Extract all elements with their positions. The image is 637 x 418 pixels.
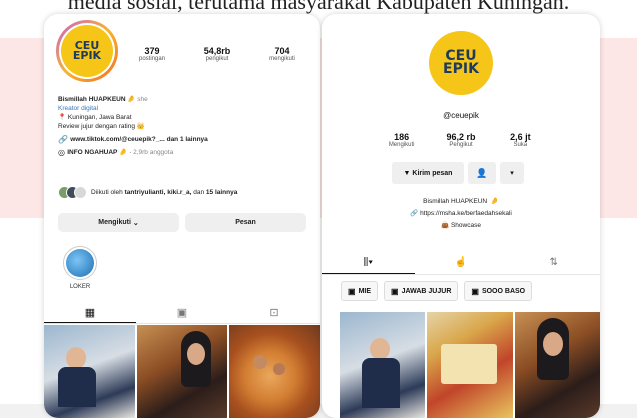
link-icon: 🔗 [58,135,71,144]
ceu-epik-logo: CEU EPIK [429,31,493,95]
reels-tab[interactable]: ▣ [136,302,228,323]
stat-likes[interactable]: 2,6 jt Suka [491,132,550,148]
profile-location: 📍 Kuningan, Jawa Barat [58,114,132,121]
tiktok-avatar[interactable]: CEU EPIK [429,31,493,95]
crown-icon: 👑 [134,123,145,130]
user-check-icon: 👤 [476,167,488,178]
story-highlight[interactable]: LOKER [61,246,99,290]
stat-following[interactable]: 186 Mengikuti [372,132,431,148]
broadcast-channel[interactable]: ◎ INFO NGAHUAP 🤌 · 2,9rb anggota [58,148,312,157]
tiktok-video-grid [340,312,600,418]
stat-followers[interactable]: 96,2 rb Pengikut [431,132,490,148]
liked-tab[interactable]: ☝ [415,251,508,274]
following-button[interactable]: Mengikuti ⌄ [58,213,179,232]
instagram-tabs: ▦ ▣ ⊡ [44,302,320,324]
hand-emoji-icon: 🤌 [125,96,138,103]
chevron-down-icon: ⌄ [130,219,139,227]
profile-link[interactable]: 🔗 www.tiktok.com/@ceuepik?_... dan 1 lai… [58,135,312,144]
video-thumbnail[interactable] [340,312,426,418]
showcase-link[interactable]: 👜 Showcase [322,220,600,232]
follower-avatar [74,186,87,199]
instagram-stats: 379 postingan 54,8rb pengikut 704 mengik… [122,46,312,62]
playlist-chip[interactable]: ▣ SOOO BASO [464,281,533,301]
pronoun: she [137,96,148,103]
send-message-button[interactable]: ▼ Kirim pesan [392,162,464,184]
playlist-chip[interactable]: ▣ MIE [341,281,379,301]
post-thumbnail[interactable] [44,325,135,418]
playlist-icon: ▣ [348,286,356,296]
follow-status-button[interactable]: 👤 [468,162,496,184]
playlists-row: ▣ MIE ▣ JAWAB JUJUR ▣ SOOO BASO [341,281,533,301]
page: media sosial, terutama masyarakat Kabupa… [0,0,637,418]
grid-tab[interactable]: ▦ [44,302,136,323]
tiktok-action-buttons: ▼ Kirim pesan 👤 ▾ [392,162,524,184]
profile-link[interactable]: 🔗 https://msha.ke/berfaedahsekali [322,208,600,220]
post-thumbnail[interactable] [136,325,228,418]
tiktok-tabs: ⫼▾ ☝ ⇅ [322,251,600,275]
stat-posts[interactable]: 379 postingan [122,46,182,62]
link-icon: 🔗 [410,210,421,217]
stat-followers[interactable]: 54,8rb pengikut [187,46,247,62]
videos-icon: ⫼▾ [363,256,374,268]
reposts-tab[interactable]: ⇅ [507,251,600,274]
tagged-tab[interactable]: ⊡ [228,302,320,323]
caret-down-icon: ▾ [510,170,514,177]
highlight-cover [66,249,94,277]
tagged-icon: ⊡ [269,307,279,319]
profile-tagline: Review jujur dengan rating [58,123,135,130]
tiktok-profile-screen: CEU EPIK @ceuepik 186 Mengikuti 96,2 rb … [322,14,600,418]
reels-icon: ▣ [176,307,188,319]
video-thumbnail[interactable] [514,312,600,418]
instagram-bio: Bismillah HUAPKEUN 🤌 she Kreator digital… [58,95,312,157]
instagram-avatar[interactable]: CEU EPIK [56,20,118,82]
channel-icon: ◎ [58,148,68,157]
instagram-post-grid [44,325,320,418]
videos-tab[interactable]: ⫼▾ [322,251,415,274]
repost-icon: ⇅ [549,257,558,268]
video-thumbnail[interactable] [427,312,513,418]
followed-by[interactable]: Diikuti oleh tantriyulianti, kiki.r_a, d… [58,186,237,199]
playlist-icon: ▣ [471,286,479,296]
tiktok-bio: Bismillah HUAPKEUN 🤌 🔗 https://msha.ke/b… [322,196,600,232]
playlist-chip[interactable]: ▣ JAWAB JUJUR [384,281,459,301]
liked-icon: ☝ [454,257,468,268]
bag-icon: 👜 [441,222,451,229]
stat-following[interactable]: 704 mengikuti [252,46,312,62]
profile-name: Bismillah HUAPKEUN [423,198,488,205]
post-thumbnail[interactable] [229,325,320,418]
instagram-profile-screen: CEU EPIK 379 postingan 54,8rb pengikut 7… [44,14,320,418]
grid-icon: ▦ [84,306,96,319]
playlist-icon: ▣ [391,286,399,296]
instagram-action-buttons: Mengikuti ⌄ Pesan [58,213,306,232]
profile-category: Kreator digital [58,105,99,112]
more-options-button[interactable]: ▾ [500,162,524,184]
tiktok-handle: @ceuepik [443,111,479,120]
profile-name: Bismillah HUAPKEUN [58,96,126,103]
ceu-epik-logo: CEU EPIK [61,25,113,77]
message-button[interactable]: Pesan [185,213,306,232]
caption-text: media sosial, terutama masyarakat Kabupa… [67,0,570,14]
tiktok-stats: 186 Mengikuti 96,2 rb Pengikut 2,6 jt Su… [372,132,550,148]
hand-emoji-icon: 🤌 [488,198,499,205]
send-icon: ▼ [403,169,413,177]
